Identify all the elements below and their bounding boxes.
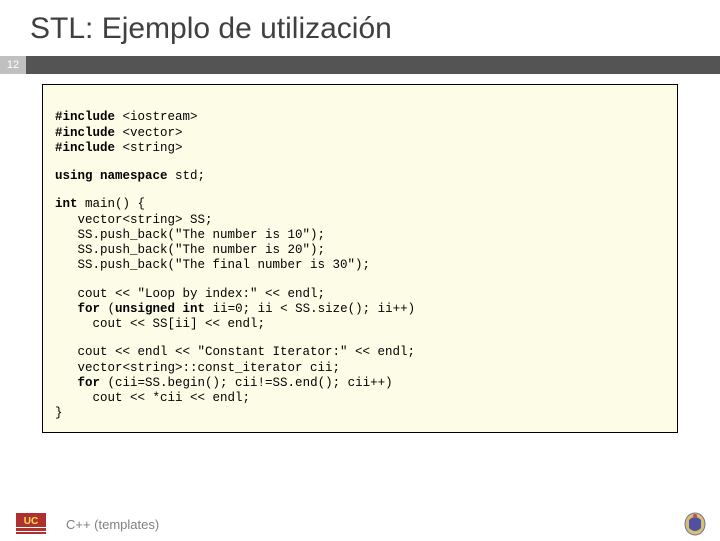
code-text bbox=[55, 302, 78, 316]
slide-title: STL: Ejemplo de utilización bbox=[0, 0, 720, 56]
code-kw: #include bbox=[55, 141, 123, 155]
code-text: vector<string>::const_iterator cii; bbox=[55, 361, 340, 375]
code-kw: for bbox=[78, 302, 108, 316]
code-text: std; bbox=[175, 169, 205, 183]
code-kw: #include bbox=[55, 110, 123, 124]
code-text: SS.push_back("The number is 20"); bbox=[55, 243, 325, 257]
code-text: ii=0; ii < SS.size(); ii++) bbox=[213, 302, 416, 316]
code-kw: unsigned int bbox=[115, 302, 213, 316]
code-text: SS.push_back("The number is 10"); bbox=[55, 228, 325, 242]
header-bar-fill bbox=[26, 56, 720, 74]
code-text: SS.push_back("The final number is 30"); bbox=[55, 258, 370, 272]
code-text: cout << "Loop by index:" << endl; bbox=[55, 287, 325, 301]
code-text: <string> bbox=[123, 141, 183, 155]
uc-logo-icon: UC bbox=[14, 512, 48, 536]
code-text: vector<string> SS; bbox=[55, 213, 213, 227]
code-text: (cii=SS.begin(); cii!=SS.end(); cii++) bbox=[108, 376, 393, 390]
crest-icon bbox=[682, 510, 708, 536]
footer-text: C++ (templates) bbox=[66, 517, 159, 532]
header-bar: 12 bbox=[0, 56, 720, 74]
code-text: ( bbox=[108, 302, 116, 316]
code-kw: for bbox=[78, 376, 108, 390]
code-kw: using namespace bbox=[55, 169, 175, 183]
footer: UC C++ (templates) bbox=[0, 508, 720, 540]
code-text bbox=[55, 376, 78, 390]
code-kw: #include bbox=[55, 126, 123, 140]
code-text: } bbox=[55, 406, 63, 420]
code-block: #include <iostream> #include <vector> #i… bbox=[42, 84, 678, 433]
code-text: main() { bbox=[85, 197, 145, 211]
page-number: 12 bbox=[0, 56, 26, 74]
code-text: cout << SS[ii] << endl; bbox=[55, 317, 265, 331]
code-kw: int bbox=[55, 197, 85, 211]
code-text: <iostream> bbox=[123, 110, 198, 124]
code-text: cout << *cii << endl; bbox=[55, 391, 250, 405]
code-text: cout << endl << "Constant Iterator:" << … bbox=[55, 345, 415, 359]
code-text: <vector> bbox=[123, 126, 183, 140]
svg-text:UC: UC bbox=[24, 516, 38, 527]
